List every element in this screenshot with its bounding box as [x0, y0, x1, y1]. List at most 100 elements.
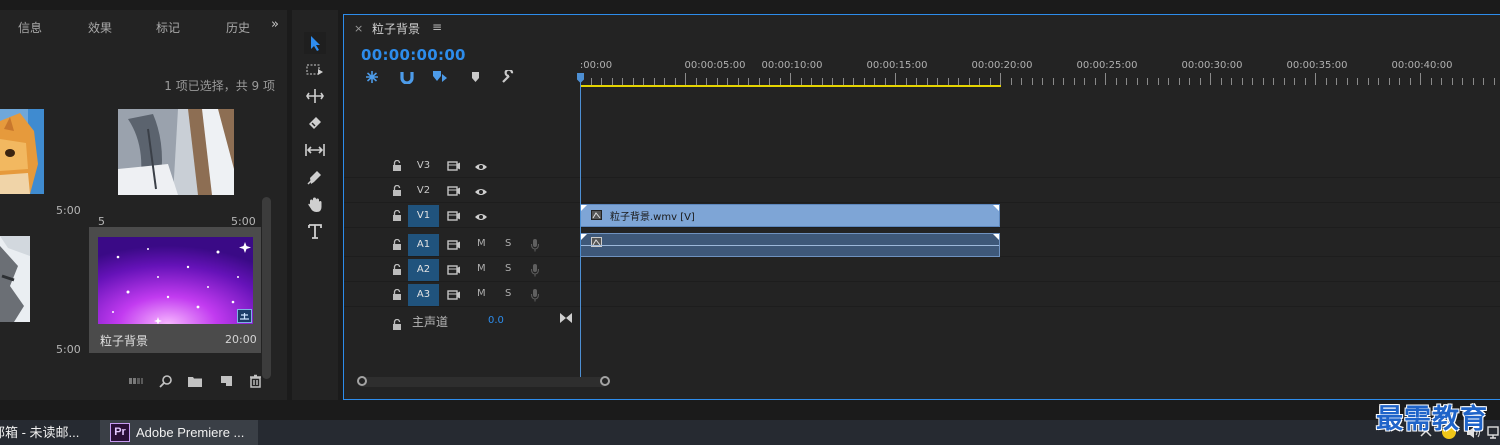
- microphone-icon[interactable]: [530, 288, 540, 302]
- linked-selection-icon[interactable]: [399, 70, 415, 85]
- zoom-handle-left[interactable]: [357, 376, 367, 386]
- lock-icon[interactable]: [392, 238, 402, 250]
- sequence-tab[interactable]: 粒子背景: [372, 20, 420, 37]
- taskbar-item-premiere[interactable]: Pr Adobe Premiere ...: [100, 420, 258, 445]
- track-lane[interactable]: [580, 283, 1500, 307]
- media-thumbnail: [0, 236, 30, 322]
- tab-info[interactable]: 信息: [18, 19, 42, 36]
- tab-markers[interactable]: 标记: [156, 19, 180, 36]
- lock-icon[interactable]: [392, 318, 402, 330]
- track-lane[interactable]: [580, 154, 1500, 178]
- panel-menu-icon[interactable]: ≡: [432, 20, 442, 34]
- media-item-duration: 5:00: [56, 204, 81, 217]
- mute-button[interactable]: M: [477, 263, 486, 274]
- microphone-icon[interactable]: [530, 263, 540, 277]
- timeline-panel: × 粒子背景 ≡ 00:00:00:00 :00:00 00:00:05:00 …: [343, 14, 1500, 400]
- solo-button[interactable]: S: [505, 238, 511, 249]
- add-marker-icon[interactable]: [432, 70, 448, 84]
- watermark-text: 最需教育: [1376, 404, 1488, 435]
- lock-icon[interactable]: [392, 288, 402, 300]
- mute-button[interactable]: M: [477, 238, 486, 249]
- list-view-icon[interactable]: [128, 374, 144, 388]
- razor-tool-icon[interactable]: [304, 112, 326, 134]
- ruler-label: :00:00: [579, 60, 613, 71]
- track-lane[interactable]: [580, 179, 1500, 203]
- video-clip[interactable]: 粒子背景.wmv [V]: [580, 204, 1000, 227]
- media-item-card[interactable]: 5:00: [0, 227, 86, 356]
- track-target-v2[interactable]: V2: [408, 180, 439, 202]
- selection-tool-icon[interactable]: [304, 32, 326, 54]
- zoom-handle-right[interactable]: [600, 376, 610, 386]
- time-ruler[interactable]: :00:00 00:00:05:00 00:00:10:00 00:00:15:…: [580, 55, 1500, 89]
- tab-effects[interactable]: 效果: [88, 19, 112, 36]
- eye-icon[interactable]: [474, 186, 488, 196]
- media-item-duration: 20:00: [225, 333, 257, 346]
- trash-icon[interactable]: [248, 374, 264, 388]
- search-icon[interactable]: [158, 374, 174, 388]
- timeline-zoom-scrollbar[interactable]: [357, 376, 610, 387]
- new-bin-icon[interactable]: [187, 374, 203, 388]
- marker-icon[interactable]: [468, 70, 484, 84]
- type-tool-icon[interactable]: [304, 220, 326, 242]
- clip-corner-icon: [993, 205, 999, 211]
- hand-tool-icon[interactable]: [304, 193, 326, 215]
- eye-icon[interactable]: [474, 161, 488, 171]
- track-header: V3: [344, 154, 580, 178]
- audio-clip[interactable]: [580, 233, 1000, 257]
- tools-panel: [292, 10, 338, 400]
- playhead-line[interactable]: [580, 75, 581, 378]
- sync-lock-icon[interactable]: [447, 239, 460, 250]
- media-item-card[interactable]: 5 5:00: [89, 106, 258, 228]
- media-item-card[interactable]: 5:00: [0, 106, 86, 224]
- track-lane[interactable]: [580, 258, 1500, 282]
- track-select-tool-icon[interactable]: [304, 59, 326, 81]
- work-area-bar[interactable]: [581, 85, 1001, 87]
- track-v2: V2: [344, 179, 1500, 203]
- media-item-duration: 5:00: [56, 343, 81, 356]
- mute-button[interactable]: M: [477, 288, 486, 299]
- track-target-a1[interactable]: A1: [408, 234, 439, 256]
- track-target-a3[interactable]: A3: [408, 284, 439, 306]
- selection-count: 1 项已选择，共 9 项: [164, 79, 275, 93]
- media-item-card-selected[interactable]: 粒子背景 20:00: [89, 227, 261, 353]
- track-target-a2[interactable]: A2: [408, 259, 439, 281]
- clip-corner-icon: [581, 234, 587, 240]
- track-target-v1[interactable]: V1: [408, 205, 439, 227]
- track-target-v3[interactable]: V3: [408, 155, 439, 177]
- go-to-bounds-icon[interactable]: [560, 312, 572, 323]
- ruler-label: 00:00:15:00: [866, 60, 928, 71]
- media-thumbnail: [0, 109, 44, 194]
- sync-lock-icon[interactable]: [447, 210, 460, 221]
- sync-lock-icon[interactable]: [447, 160, 460, 171]
- slip-tool-icon[interactable]: [304, 139, 326, 161]
- track-header: V1: [344, 204, 580, 228]
- media-thumbnail: [98, 237, 253, 324]
- lock-icon[interactable]: [392, 159, 402, 171]
- master-volume-value[interactable]: 0.0: [488, 315, 504, 326]
- track-a2: A2 M S: [344, 258, 1500, 282]
- snap-icon[interactable]: [364, 70, 380, 84]
- taskbar-item-mail[interactable]: 邮箱 - 未读邮...: [0, 420, 100, 445]
- microphone-icon[interactable]: [530, 238, 540, 252]
- tab-history[interactable]: 历史: [226, 19, 252, 36]
- solo-button[interactable]: S: [505, 288, 511, 299]
- lock-icon[interactable]: [392, 184, 402, 196]
- solo-button[interactable]: S: [505, 263, 511, 274]
- eye-icon[interactable]: [474, 211, 488, 221]
- sync-lock-icon[interactable]: [447, 185, 460, 196]
- new-item-icon[interactable]: [219, 374, 235, 388]
- tabs-overflow-button[interactable]: »: [271, 17, 279, 32]
- wrench-icon[interactable]: [501, 68, 517, 84]
- ripple-edit-tool-icon[interactable]: [304, 85, 326, 107]
- sync-lock-icon[interactable]: [447, 289, 460, 300]
- playhead-timecode[interactable]: 00:00:00:00: [361, 46, 466, 64]
- lock-icon[interactable]: [392, 263, 402, 275]
- pen-tool-icon[interactable]: [304, 166, 326, 188]
- network-icon[interactable]: [1487, 426, 1500, 442]
- lock-icon[interactable]: [392, 209, 402, 221]
- project-scrollbar[interactable]: [262, 197, 271, 379]
- close-tab-button[interactable]: ×: [354, 22, 363, 35]
- clip-fx-icon: [591, 210, 602, 220]
- track-header: V2: [344, 179, 580, 203]
- sync-lock-icon[interactable]: [447, 264, 460, 275]
